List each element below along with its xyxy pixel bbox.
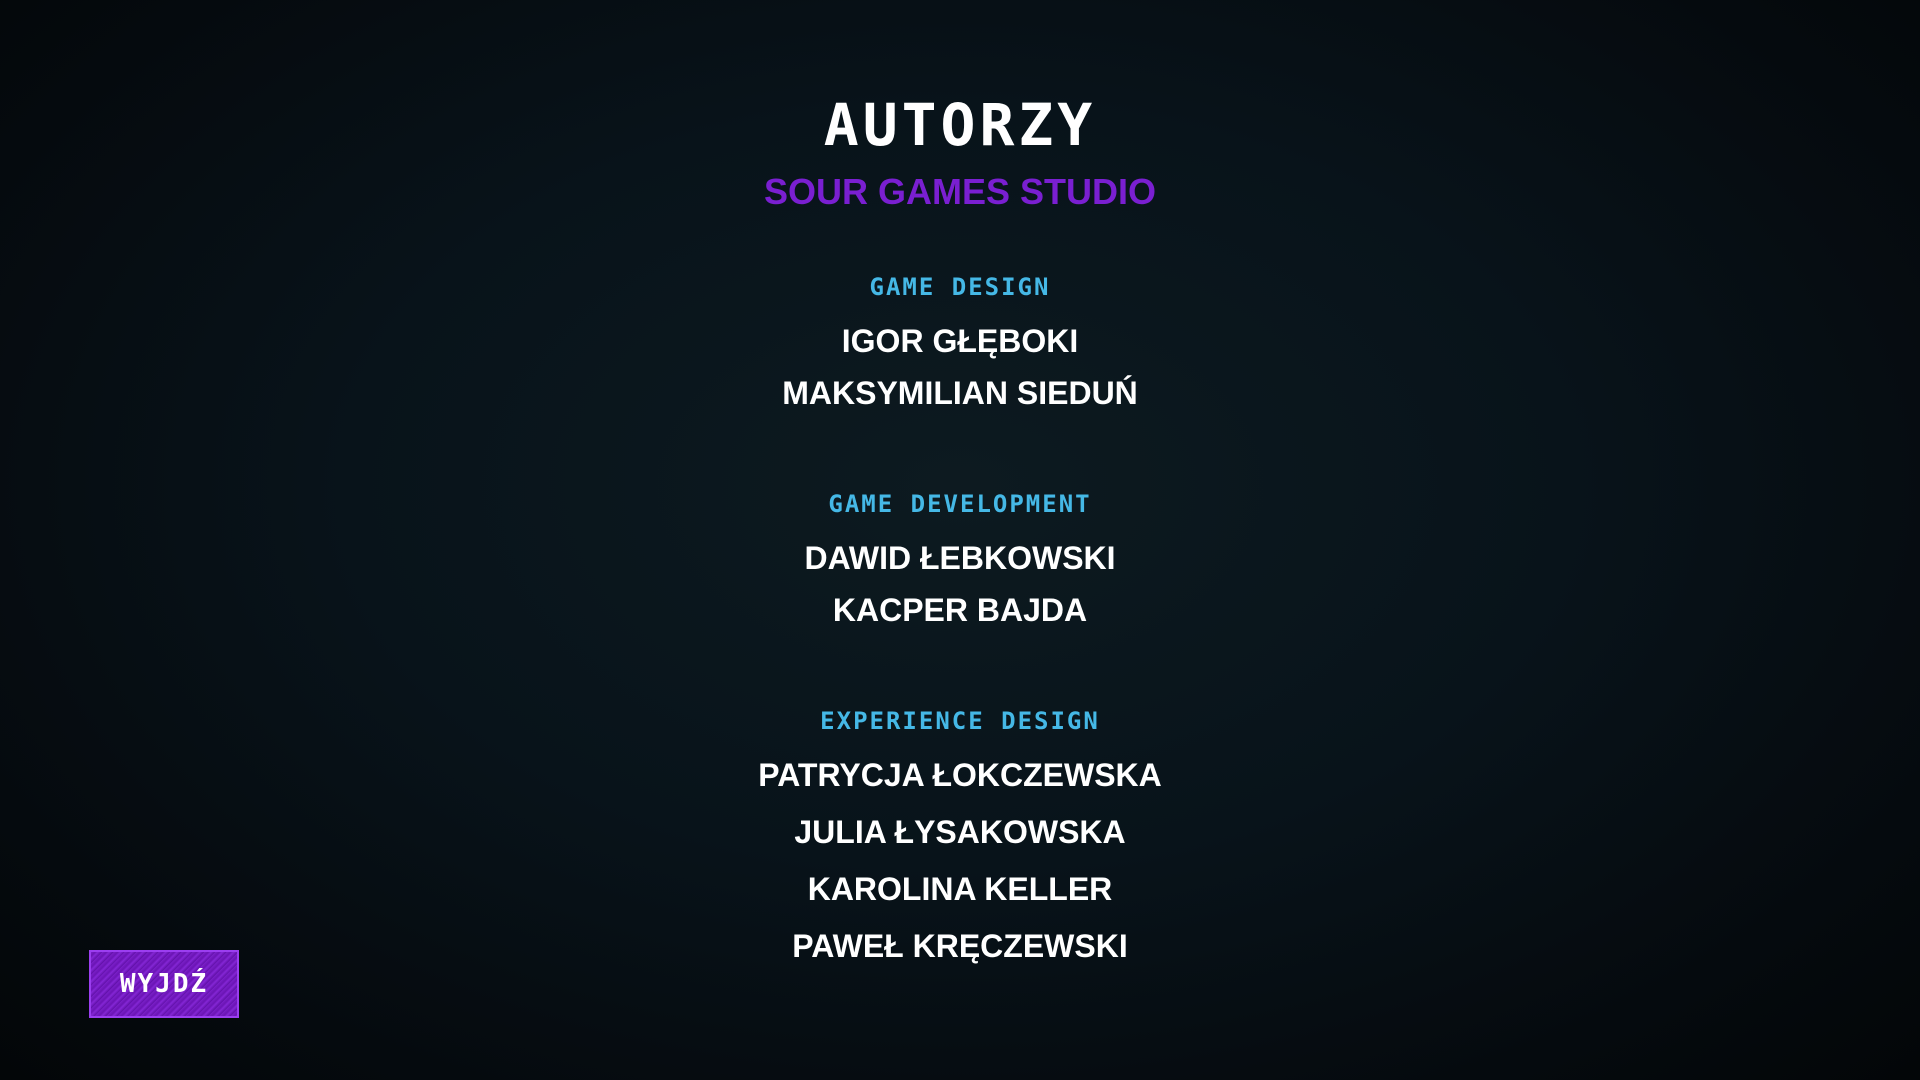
credit-name: PAWEŁ KRĘCZEWSKI: [792, 928, 1128, 964]
studio-name: SOUR GAMES STUDIO: [763, 171, 1157, 212]
section-heading: EXPERIENCE DESIGN: [820, 707, 1100, 735]
credit-name: MAKSYMILIAN SIEDUŃ: [782, 375, 1138, 411]
credit-name: JULIA ŁYSAKOWSKA: [794, 814, 1126, 850]
credit-name: KACPER BAJDA: [832, 592, 1088, 628]
credit-name: DAWID ŁEBKOWSKI: [804, 540, 1116, 576]
section-experience-design: EXPERIENCE DESIGN PATRYCJA ŁOKCZEWSKA JU…: [0, 706, 1920, 984]
credit-name: PATRYCJA ŁOKCZEWSKA: [758, 757, 1162, 793]
section-heading: GAME DEVELOPMENT: [828, 490, 1092, 518]
exit-button[interactable]: WYJDŹ: [89, 950, 239, 1018]
credit-name: KAROLINA KELLER: [807, 871, 1113, 907]
section-heading: GAME DESIGN: [869, 273, 1051, 301]
section-game-design: GAME DESIGN IGOR GŁĘBOKI MAKSYMILIAN SIE…: [0, 272, 1920, 426]
section-game-development: GAME DEVELOPMENT DAWID ŁEBKOWSKI KACPER …: [0, 489, 1920, 643]
credit-name: IGOR GŁĘBOKI: [841, 323, 1079, 359]
page-title: AUTORZY: [823, 91, 1097, 159]
exit-button-label: WYJDŹ: [119, 969, 209, 999]
